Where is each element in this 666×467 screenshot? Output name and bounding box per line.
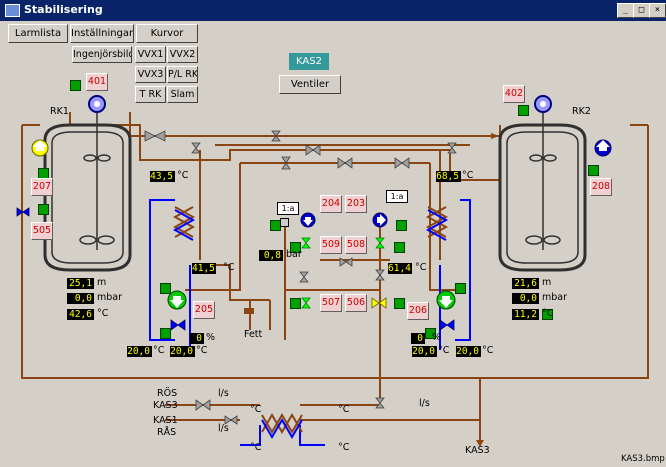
installningar-button[interactable]: Inställningar — [70, 24, 134, 43]
valve-505-button[interactable]: 505 — [31, 222, 53, 240]
ventiler-button[interactable]: Ventiler — [279, 75, 341, 94]
valve-506-button[interactable]: 506 — [345, 294, 367, 312]
status-indicator — [396, 220, 407, 231]
valve-402-button[interactable]: 402 — [503, 85, 525, 103]
valve-401-button[interactable]: 401 — [86, 73, 108, 91]
tank-rk2-label: RK2 — [572, 106, 591, 117]
unit-label: °C — [250, 442, 262, 453]
valve-509-button[interactable]: 509 — [320, 236, 342, 254]
rk2-return-temp-readout: 61,4 — [388, 263, 412, 274]
vvx1-button[interactable]: VVX1 — [135, 46, 166, 63]
indicator-box — [280, 218, 289, 227]
rk1-pressure-readout: 0,0 — [67, 293, 94, 304]
pressure-readout: 0,8 — [259, 250, 283, 261]
status-indicator — [518, 105, 529, 116]
rk2-temp-readout: 11,2 — [512, 309, 539, 320]
valve-opening-readout: 0 — [411, 333, 425, 344]
rk1-hx-temp-readout: 43,5 — [150, 171, 175, 182]
slam-button[interactable]: Slam — [167, 86, 198, 103]
valve-204-button[interactable]: 204 — [320, 195, 342, 213]
kas2-badge: KAS2 — [289, 53, 329, 70]
unit-label: mbar — [97, 292, 123, 303]
valve-208-button[interactable]: 208 — [590, 178, 612, 196]
unit-label: °C — [542, 308, 554, 319]
unit-label: °C — [196, 345, 208, 356]
app-window: Stabilisering _ □ × Larmlista Inställnin… — [0, 0, 666, 467]
status-indicator — [394, 298, 405, 309]
rk2-hx-temp-readout: 68,5 — [436, 171, 461, 182]
supply-temp-readout: 20,0 — [127, 346, 152, 357]
valve-207-button[interactable]: 207 — [31, 178, 53, 196]
vvx2-button[interactable]: VVX2 — [167, 46, 198, 63]
unit-label: m — [97, 277, 107, 288]
unit-label: bar — [286, 249, 302, 260]
kas3-inlet-label: KAS3 — [153, 400, 178, 411]
rk1-temp-readout: 42,6 — [67, 309, 94, 320]
control-mode-box[interactable]: 1:a — [386, 190, 408, 203]
unit-label: °C — [462, 170, 474, 181]
status-indicator — [588, 165, 599, 176]
kas3-outlet-label: KAS3 — [465, 445, 490, 456]
rk1-return-temp-readout: 41,5 — [192, 263, 216, 274]
kas1-label: KAS1 — [153, 415, 178, 426]
file-name-label: KAS3.bmp — [621, 454, 665, 464]
unit-label: m — [542, 277, 552, 288]
control-mode-box[interactable]: 1:a — [277, 202, 299, 215]
status-indicator — [38, 204, 49, 215]
ras-label: RÅS — [157, 427, 177, 438]
kurvor-button[interactable]: Kurvor — [136, 24, 198, 43]
status-indicator — [455, 283, 466, 294]
rk1-level-readout: 25,1 — [67, 278, 94, 289]
plrk-button[interactable]: P/L RK — [167, 66, 198, 83]
process-diagram — [16, 95, 649, 447]
supply-temp-readout: 20,0 — [170, 346, 195, 357]
valve-icon — [144, 130, 457, 425]
valve-206-button[interactable]: 206 — [407, 302, 429, 320]
status-indicator — [70, 80, 81, 91]
unit-label: °C — [97, 308, 109, 319]
status-indicator — [290, 298, 301, 309]
tank-rk1-label: RK1 — [50, 106, 69, 117]
unit-label: °C — [250, 404, 262, 415]
flow-unit-label: l/s — [218, 423, 229, 434]
status-indicator — [394, 242, 405, 253]
unit-label: °C — [223, 262, 235, 273]
unit-label: °C — [177, 170, 189, 181]
ros-label: RÖS — [157, 388, 178, 399]
valve-507-button[interactable]: 507 — [320, 294, 342, 312]
trk-button[interactable]: T RK — [135, 86, 166, 103]
unit-label: % — [206, 332, 216, 343]
unit-label: °C — [438, 345, 450, 356]
rk2-level-readout: 21,6 — [512, 278, 539, 289]
unit-label: °C — [153, 345, 165, 356]
valve-508-button[interactable]: 508 — [345, 236, 367, 254]
rk2-pressure-readout: 0,0 — [512, 293, 539, 304]
unit-label: % — [432, 332, 442, 343]
supply-temp-readout: 20,0 — [456, 346, 481, 357]
valve-opening-readout: 0 — [190, 333, 204, 344]
unit-label: °C — [482, 345, 494, 356]
supply-temp-readout: 20,0 — [412, 346, 437, 357]
unit-label: mbar — [542, 292, 568, 303]
flow-unit-label: l/s — [218, 388, 229, 399]
flow-unit-label: l/s — [419, 398, 430, 409]
status-indicator — [160, 328, 171, 339]
unit-label: °C — [415, 262, 427, 273]
status-indicator — [160, 283, 171, 294]
ingenjorsbild-button[interactable]: Ingenjörsbild — [72, 46, 132, 63]
vvx3-button[interactable]: VVX3 — [135, 66, 166, 83]
valve-203-button[interactable]: 203 — [345, 195, 367, 213]
valve-205-button[interactable]: 205 — [193, 301, 215, 319]
larmlista-button[interactable]: Larmlista — [8, 24, 68, 43]
unit-label: °C — [338, 442, 350, 453]
fett-label: Fett — [244, 329, 263, 340]
unit-label: °C — [338, 404, 350, 415]
